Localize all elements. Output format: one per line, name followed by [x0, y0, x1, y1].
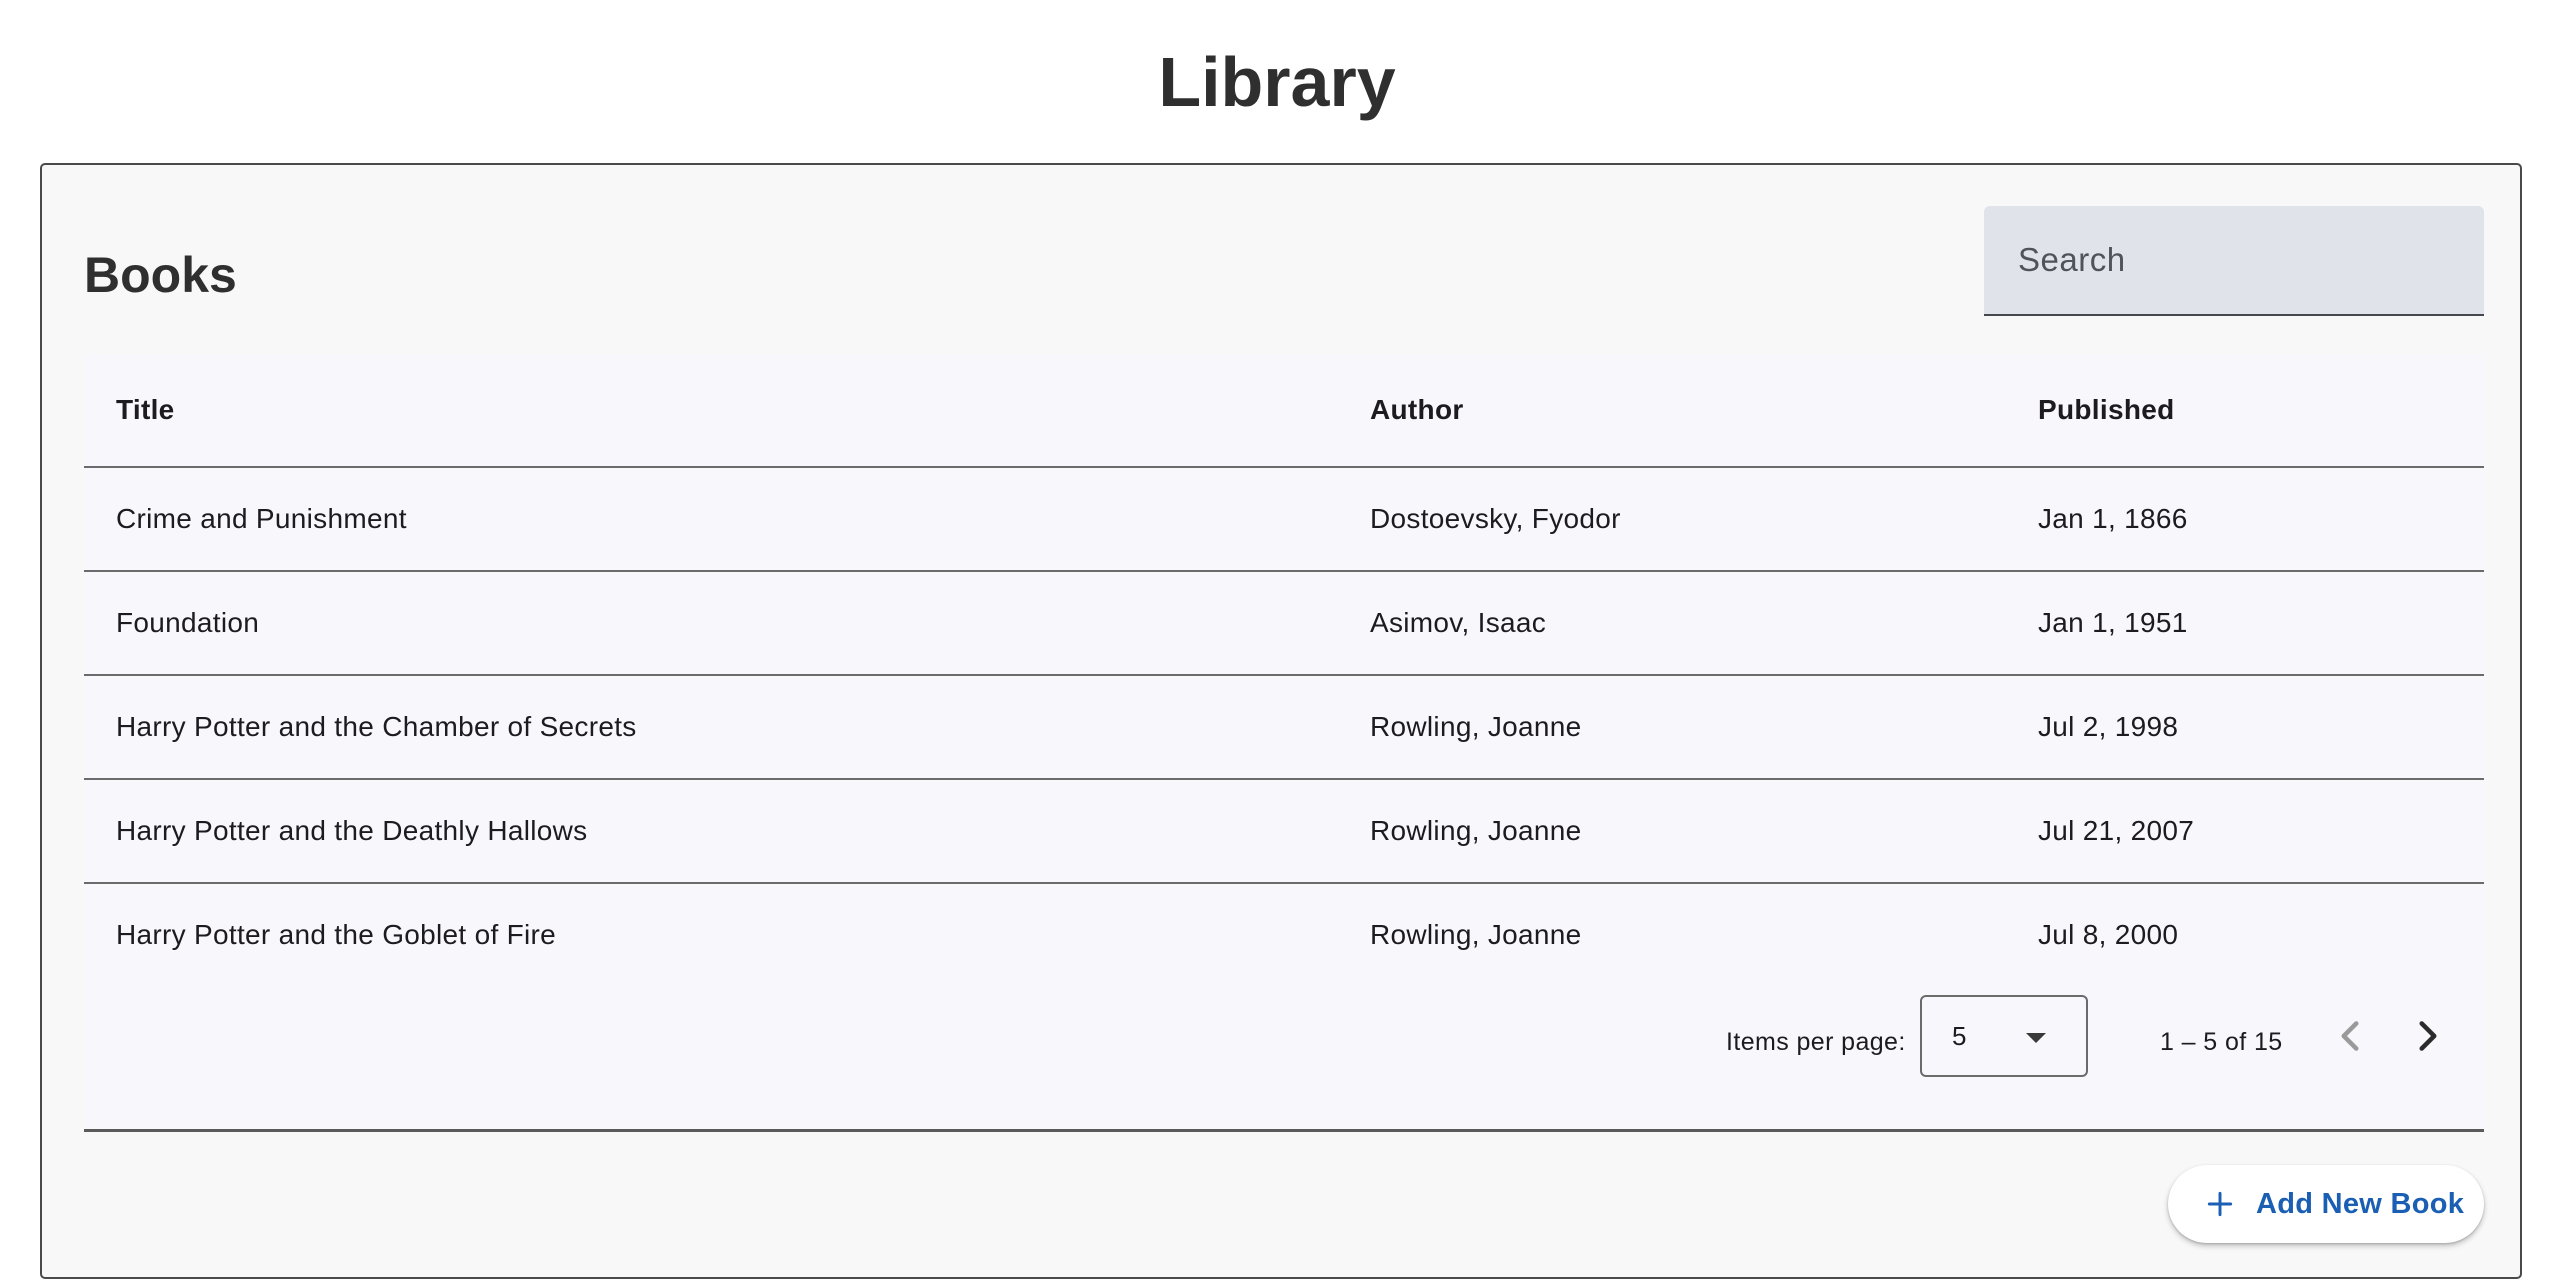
- page-range-label: 1 – 5 of 15: [2160, 1028, 2283, 1056]
- cell-author: Rowling, Joanne: [1338, 779, 2006, 884]
- card-title: Books: [84, 247, 237, 303]
- next-page-button[interactable]: [2398, 1006, 2458, 1066]
- cell-published: Jul 8, 2000: [2038, 919, 2179, 950]
- cell-published: Jan 1, 1951: [2006, 571, 2484, 676]
- cell-author: Dostoevsky, Fyodor: [1338, 467, 2006, 572]
- cell-author: Rowling, Joanne: [1338, 675, 2006, 780]
- column-header-author[interactable]: Author: [1338, 354, 2006, 468]
- table-row[interactable]: Foundation Asimov, Isaac Jan 1, 1951: [84, 571, 2484, 676]
- dropdown-arrow-icon: [2026, 1033, 2046, 1043]
- column-header-published[interactable]: Published: [2006, 354, 2484, 468]
- table-row[interactable]: Harry Potter and the Chamber of Secrets …: [84, 675, 2484, 780]
- items-per-page-label: Items per page:: [1726, 1028, 1906, 1056]
- table-row[interactable]: Harry Potter and the Goblet of Fire Rowl…: [84, 883, 2484, 986]
- books-table: Title Author Published Crime and Punishm…: [84, 354, 2484, 986]
- cell-title: Harry Potter and the Goblet of Fire: [116, 919, 557, 950]
- plus-icon: [2204, 1188, 2236, 1220]
- cell-title: Foundation: [84, 571, 1338, 676]
- cell-published: Jul 21, 2007: [2006, 779, 2484, 884]
- table-header-row: Title Author Published: [84, 354, 2484, 468]
- table-row[interactable]: Harry Potter and the Deathly Hallows Row…: [84, 779, 2484, 884]
- table-row[interactable]: Crime and Punishment Dostoevsky, Fyodor …: [84, 467, 2484, 572]
- cell-author: Rowling, Joanne: [1370, 919, 1582, 950]
- search-field[interactable]: [1984, 206, 2484, 316]
- items-per-page-select[interactable]: 5: [1920, 995, 2088, 1077]
- chevron-right-icon: [2419, 1021, 2437, 1051]
- page-title: Library: [1158, 43, 1396, 121]
- add-new-book-button[interactable]: Add New Book: [2168, 1165, 2484, 1243]
- cell-published: Jan 1, 1866: [2006, 467, 2484, 572]
- cell-title: Harry Potter and the Chamber of Secrets: [84, 675, 1338, 780]
- column-header-title[interactable]: Title: [84, 354, 1338, 468]
- books-table-container: Title Author Published Crime and Punishm…: [84, 354, 2484, 1132]
- books-card: Books Title Author Published Crime and P…: [40, 163, 2522, 1279]
- add-new-book-label: Add New Book: [2256, 1187, 2465, 1220]
- chevron-left-icon: [2341, 1021, 2359, 1051]
- cell-title: Crime and Punishment: [84, 467, 1338, 572]
- previous-page-button[interactable]: [2320, 1006, 2380, 1066]
- search-input[interactable]: [2016, 206, 2460, 314]
- cell-author: Asimov, Isaac: [1338, 571, 2006, 676]
- items-per-page-value: 5: [1952, 1021, 1967, 1051]
- paginator: Items per page: 5 1 – 5 of 15: [84, 994, 2484, 1098]
- cell-published: Jul 2, 1998: [2006, 675, 2484, 780]
- cell-title: Harry Potter and the Deathly Hallows: [84, 779, 1338, 884]
